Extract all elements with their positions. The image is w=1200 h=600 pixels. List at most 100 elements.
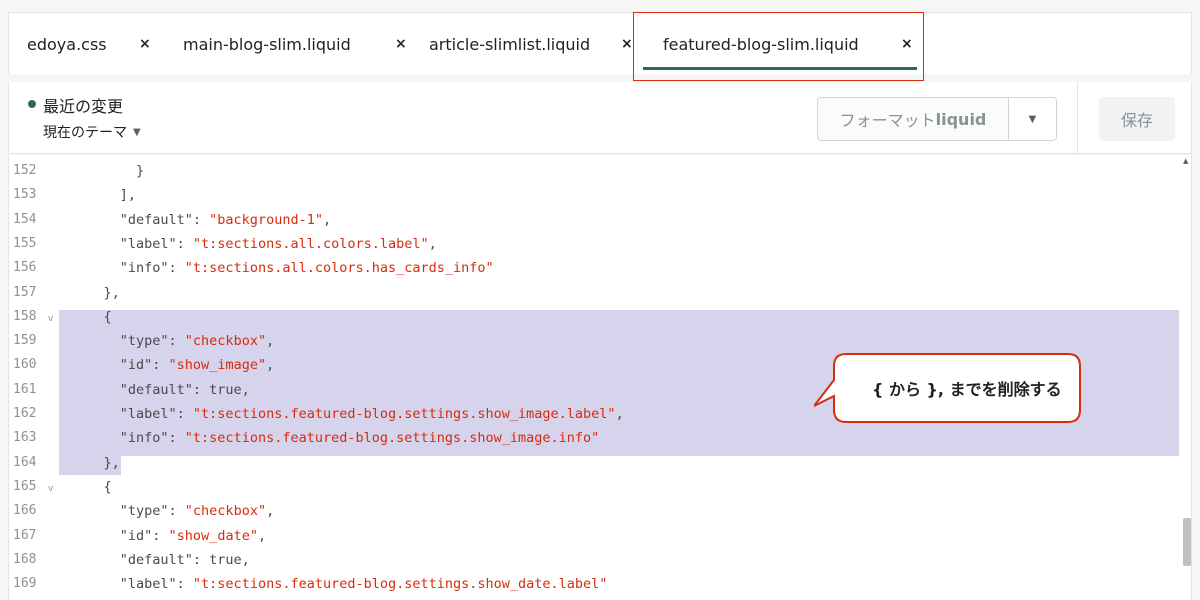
- code-token: "default": true,: [71, 551, 250, 568]
- string-token: "t:sections.all.colors.has_cards_info": [184, 260, 494, 277]
- code-token: "label":: [71, 576, 193, 593]
- string-token: "show_image": [168, 357, 267, 374]
- line-number: 167: [13, 527, 37, 543]
- close-icon[interactable]: ×: [139, 36, 151, 52]
- string-token: "t:sections.featured-blog.settings.show_…: [192, 406, 616, 422]
- line-number: 157: [13, 284, 37, 300]
- string-token: "t:sections.all.colors.label": [192, 235, 429, 252]
- code-line: 153 ],: [9, 183, 1179, 207]
- string-token: "checkbox": [184, 333, 267, 350]
- tab-article-slimlist[interactable]: article-slimlist.liquid ×: [429, 13, 633, 75]
- line-number: 162: [13, 406, 37, 421]
- code-text: "label": "t:sections.all.colors.label",: [71, 236, 437, 252]
- code-token: ],: [71, 187, 137, 204]
- theme-label: 現在のテーマ: [43, 125, 127, 141]
- line-number: 164: [13, 454, 37, 470]
- close-icon[interactable]: ×: [621, 36, 633, 52]
- vertical-scrollbar[interactable]: ▲: [1181, 155, 1191, 600]
- theme-selector[interactable]: 現在のテーマ ▼: [43, 122, 141, 142]
- code-line: 168 "default": true,: [9, 548, 1179, 572]
- tab-label: main-blog-slim.liquid: [183, 34, 351, 54]
- code-text: },: [71, 285, 120, 301]
- tab-label: article-slimlist.liquid: [429, 34, 591, 54]
- line-number: 166: [13, 503, 37, 519]
- tab-label: featured-blog-slim.liquid: [663, 34, 859, 54]
- code-text: ],: [71, 187, 136, 203]
- code-token: "default": true,: [71, 381, 250, 398]
- code-line: 156 "info": "t:sections.all.colors.has_c…: [9, 256, 1179, 280]
- code-text: "type": "checkbox",: [71, 503, 274, 519]
- callout-text: { から }, までを削除する: [872, 380, 1062, 399]
- code-token: "label":: [71, 235, 193, 252]
- code-token: ,: [615, 406, 624, 422]
- code-token: },: [71, 284, 120, 301]
- code-line: 164 },: [9, 451, 1179, 475]
- scroll-up-icon[interactable]: ▲: [1183, 157, 1188, 165]
- line-number: 160: [13, 357, 37, 373]
- code-text: "id": "show_image",: [71, 357, 274, 373]
- code-text: "default": true,: [71, 552, 250, 568]
- save-button[interactable]: 保存: [1099, 97, 1175, 141]
- code-line: 155 "label": "t:sections.all.colors.labe…: [9, 232, 1179, 256]
- line-number: 161: [13, 381, 37, 397]
- status-dot-icon: [28, 100, 36, 108]
- format-label: フォーマット: [839, 111, 936, 130]
- string-token: "t:sections.featured-blog.settings.show_…: [184, 430, 600, 447]
- header-divider: [1077, 82, 1078, 154]
- code-token: ,: [266, 503, 275, 520]
- line-number: 158: [13, 308, 37, 324]
- caret-down-icon: ▼: [1028, 113, 1037, 125]
- line-number: 159: [13, 333, 37, 349]
- code-text: {: [71, 479, 112, 495]
- code-token: "id":: [71, 357, 169, 374]
- code-token: ,: [428, 235, 437, 252]
- code-line: 159 "type": "checkbox",: [9, 329, 1179, 353]
- fold-chevron-icon[interactable]: v: [48, 484, 53, 494]
- code-token: "info":: [71, 430, 185, 447]
- scroll-thumb[interactable]: [1183, 518, 1191, 566]
- tab-edoya-css[interactable]: edoya.css ×: [27, 13, 151, 75]
- code-line: 169 "label": "t:sections.featured-blog.s…: [9, 572, 1179, 596]
- code-text: "default": "background-1",: [71, 212, 331, 228]
- line-number: 156: [13, 260, 37, 276]
- code-token: }: [71, 163, 145, 179]
- code-token: "default":: [71, 211, 210, 228]
- caret-down-icon: ▼: [133, 126, 141, 138]
- tab-featured-blog-slim[interactable]: featured-blog-slim.liquid ×: [663, 13, 913, 75]
- format-language: liquid: [935, 109, 987, 129]
- code-text: }: [71, 163, 144, 179]
- code-text: "type": "checkbox",: [71, 333, 274, 349]
- string-token: "background-1": [209, 211, 323, 228]
- line-number: 155: [13, 235, 37, 251]
- line-number: 163: [13, 430, 37, 446]
- tab-bar: edoya.css × main-blog-slim.liquid × arti…: [8, 12, 1192, 74]
- code-line: 158 v {: [9, 305, 1179, 329]
- string-token: "t:sections.featured-blog.settings.show_…: [192, 576, 608, 593]
- code-token: "type":: [71, 333, 185, 350]
- code-line: 152 }: [9, 159, 1179, 183]
- line-number: 168: [13, 551, 37, 567]
- line-number: 169: [13, 576, 37, 592]
- active-tab-indicator: [643, 67, 917, 70]
- tab-main-blog-slim[interactable]: main-blog-slim.liquid ×: [183, 13, 407, 75]
- code-text: "label": "t:sections.featured-blog.setti…: [71, 406, 624, 422]
- fold-chevron-icon[interactable]: v: [48, 314, 53, 324]
- format-liquid-button[interactable]: フォーマット liquid: [817, 97, 1009, 141]
- status-label: 最近の変更: [43, 97, 124, 116]
- code-token: ,: [266, 333, 275, 350]
- code-text: },: [71, 455, 120, 471]
- code-line: 166 "type": "checkbox",: [9, 499, 1179, 523]
- close-icon[interactable]: ×: [901, 36, 913, 52]
- format-dropdown-button[interactable]: ▼: [1009, 97, 1057, 141]
- close-icon[interactable]: ×: [395, 36, 407, 52]
- line-number: 165: [13, 478, 37, 494]
- line-number: 152: [13, 163, 37, 178]
- code-token: "type":: [71, 503, 185, 520]
- code-line: 157 },: [9, 281, 1179, 305]
- code-line: 154 "default": "background-1",: [9, 208, 1179, 232]
- code-token: ,: [257, 527, 267, 544]
- code-line: 167 "id": "show_date",: [9, 524, 1179, 548]
- string-token: "checkbox": [184, 503, 267, 520]
- string-token: "show_date": [168, 527, 258, 544]
- code-line: 165 v {: [9, 475, 1179, 499]
